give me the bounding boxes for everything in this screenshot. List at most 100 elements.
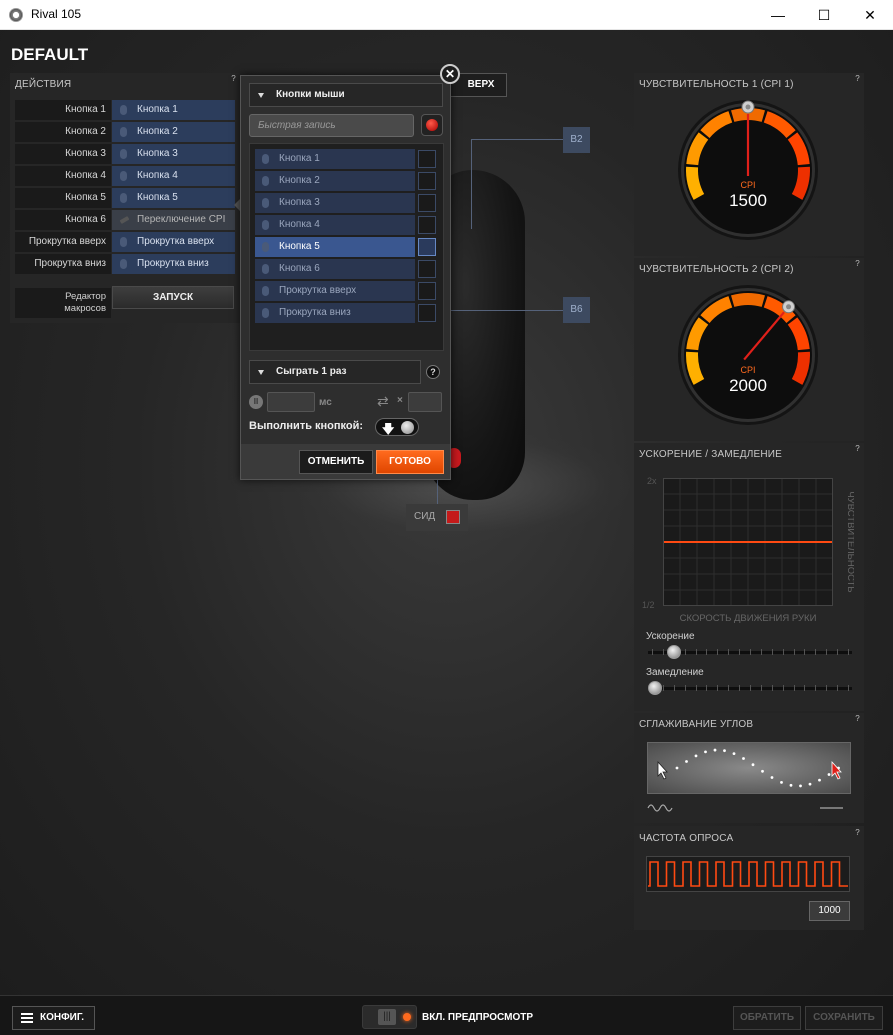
- action-row: Кнопка 5 Кнопка 5: [15, 188, 235, 208]
- sensitivity2-help-icon[interactable]: ?: [853, 259, 862, 269]
- sensitivity1-gauge[interactable]: CPI 1500: [678, 98, 820, 244]
- action-row-value[interactable]: Переключение CPI: [112, 210, 235, 230]
- slider-tick: [684, 649, 686, 655]
- action-row-value[interactable]: Кнопка 5: [112, 188, 235, 208]
- action-row-label: Кнопка 4: [15, 166, 111, 186]
- path-dot: [694, 754, 698, 758]
- polling-rate-preview: [646, 856, 850, 892]
- path-dot: [732, 752, 736, 756]
- cancel-button[interactable]: ОТМЕНИТЬ: [299, 450, 373, 474]
- led-color-swatch[interactable]: [446, 510, 460, 524]
- popup-list-item[interactable]: Кнопка 6: [255, 259, 415, 279]
- action-row-value[interactable]: Прокрутка вниз: [112, 254, 235, 274]
- sensitivity1-help-icon[interactable]: ?: [853, 74, 862, 84]
- gauge1-knob-center: [745, 104, 751, 110]
- path-dot: [761, 769, 764, 773]
- action-row-value[interactable]: Кнопка 3: [112, 144, 235, 164]
- popup-item-checkbox[interactable]: [418, 304, 436, 322]
- graph-y-label: ЧУВСТВИТЕЛЬНОСТЬ: [845, 491, 854, 592]
- mouse-button-icon: [120, 149, 127, 159]
- mouse-button-icon: [262, 264, 269, 274]
- slider-tick: [826, 685, 828, 691]
- graph-y-top: 2x: [647, 476, 657, 486]
- slider-tick: [662, 685, 664, 691]
- slider-tick: [815, 685, 817, 691]
- preview-toggle[interactable]: |||: [362, 1005, 417, 1029]
- popup-item-checkbox[interactable]: [418, 260, 436, 278]
- callout-b6[interactable]: B6: [563, 297, 590, 323]
- mouse-button-icon: [262, 176, 269, 186]
- config-button[interactable]: КОНФИГ.: [12, 1006, 95, 1030]
- category-dropdown[interactable]: Кнопки мыши: [249, 83, 443, 107]
- maximize-button[interactable]: ☐: [801, 0, 847, 30]
- popup-item-checkbox[interactable]: [418, 238, 436, 256]
- popup-list-item[interactable]: Прокрутка вниз: [255, 303, 415, 323]
- acceleration-help-icon[interactable]: ?: [853, 444, 862, 454]
- led-color-control[interactable]: СИД: [406, 504, 468, 531]
- sensitivity2-gauge[interactable]: CPI 2000: [678, 283, 820, 429]
- revert-button[interactable]: ОБРАТИТЬ: [733, 1006, 801, 1030]
- slider-tick: [815, 649, 817, 655]
- wave-icon: [647, 804, 673, 812]
- action-row-value[interactable]: Кнопка 1: [112, 100, 235, 120]
- path-dot: [704, 750, 707, 754]
- record-icon: [426, 119, 438, 131]
- save-button[interactable]: СОХРАНИТЬ: [805, 1006, 883, 1030]
- slider-tick: [652, 649, 653, 655]
- popup-item-checkbox[interactable]: [418, 216, 436, 234]
- acceleration-slider-knob[interactable]: [667, 645, 681, 659]
- actions-help-icon[interactable]: ?: [229, 74, 238, 84]
- arrow-down-icon: 🡇: [382, 422, 395, 436]
- popup-item-checkbox[interactable]: [418, 172, 436, 190]
- cpi-switch-icon: [119, 216, 130, 224]
- callout-b2[interactable]: B2: [563, 127, 590, 153]
- deceleration-label: Замедление: [646, 667, 704, 678]
- slider-tick: [728, 649, 730, 655]
- popup-item-checkbox[interactable]: [418, 150, 436, 168]
- popup-list-item[interactable]: Кнопка 4: [255, 215, 415, 235]
- action-row-label: Кнопка 1: [15, 100, 111, 120]
- action-row: Кнопка 1 Кнопка 1: [15, 100, 235, 120]
- polling-rate-value[interactable]: 1000: [809, 901, 850, 921]
- done-button[interactable]: ГОТОВО: [376, 450, 444, 474]
- angle-snapping-help-icon[interactable]: ?: [853, 714, 862, 724]
- action-row-label: Кнопка 6: [15, 210, 111, 230]
- action-row-value[interactable]: Кнопка 2: [112, 122, 235, 142]
- polling-rate-help-icon[interactable]: ?: [853, 828, 862, 838]
- slider-tick: [760, 685, 762, 691]
- action-row-value[interactable]: Прокрутка вверх: [112, 232, 235, 252]
- path-dot: [770, 776, 774, 779]
- deceleration-slider-knob[interactable]: [648, 681, 662, 695]
- slider-tick: [662, 649, 664, 655]
- macro-launch-button[interactable]: ЗАПУСК: [112, 286, 234, 309]
- pause-icon: II: [249, 395, 263, 409]
- window-title: Rival 105: [31, 7, 82, 21]
- close-window-button[interactable]: ✕: [847, 0, 893, 30]
- popup-list-item[interactable]: Кнопка 5: [255, 237, 415, 257]
- slider-tick: [684, 685, 686, 691]
- repeat-count-input[interactable]: [408, 392, 442, 412]
- popup-list-item[interactable]: Кнопка 3: [255, 193, 415, 213]
- action-row-value[interactable]: Кнопка 4: [112, 166, 235, 186]
- minimize-button[interactable]: —: [755, 0, 801, 30]
- quick-record-input[interactable]: Быстрая запись: [249, 114, 414, 137]
- popup-list-item[interactable]: Прокрутка вверх: [255, 281, 415, 301]
- mouse-button-icon: [262, 198, 269, 208]
- popup-item-checkbox[interactable]: [418, 282, 436, 300]
- popup-list-item[interactable]: Кнопка 2: [255, 171, 415, 191]
- delay-input[interactable]: [267, 392, 315, 412]
- polling-rate-title: ЧАСТОТА ОПРОСА: [639, 833, 734, 844]
- mouse-button-icon: [262, 242, 269, 252]
- popup-close-button[interactable]: ✕: [440, 64, 460, 84]
- execute-toggle[interactable]: 🡇: [375, 418, 419, 436]
- play-mode-dropdown[interactable]: Сыграть 1 раз: [249, 360, 421, 384]
- path-dot: [742, 757, 745, 760]
- slider-tick: [837, 685, 839, 691]
- toggle-grip-icon: |||: [378, 1009, 396, 1025]
- play-help-icon[interactable]: ?: [426, 365, 440, 379]
- record-button[interactable]: [421, 114, 443, 136]
- popup-list-item[interactable]: Кнопка 1: [255, 149, 415, 169]
- mouse-button-icon: [120, 127, 127, 137]
- popup-item-checkbox[interactable]: [418, 194, 436, 212]
- slider-tick: [804, 685, 806, 691]
